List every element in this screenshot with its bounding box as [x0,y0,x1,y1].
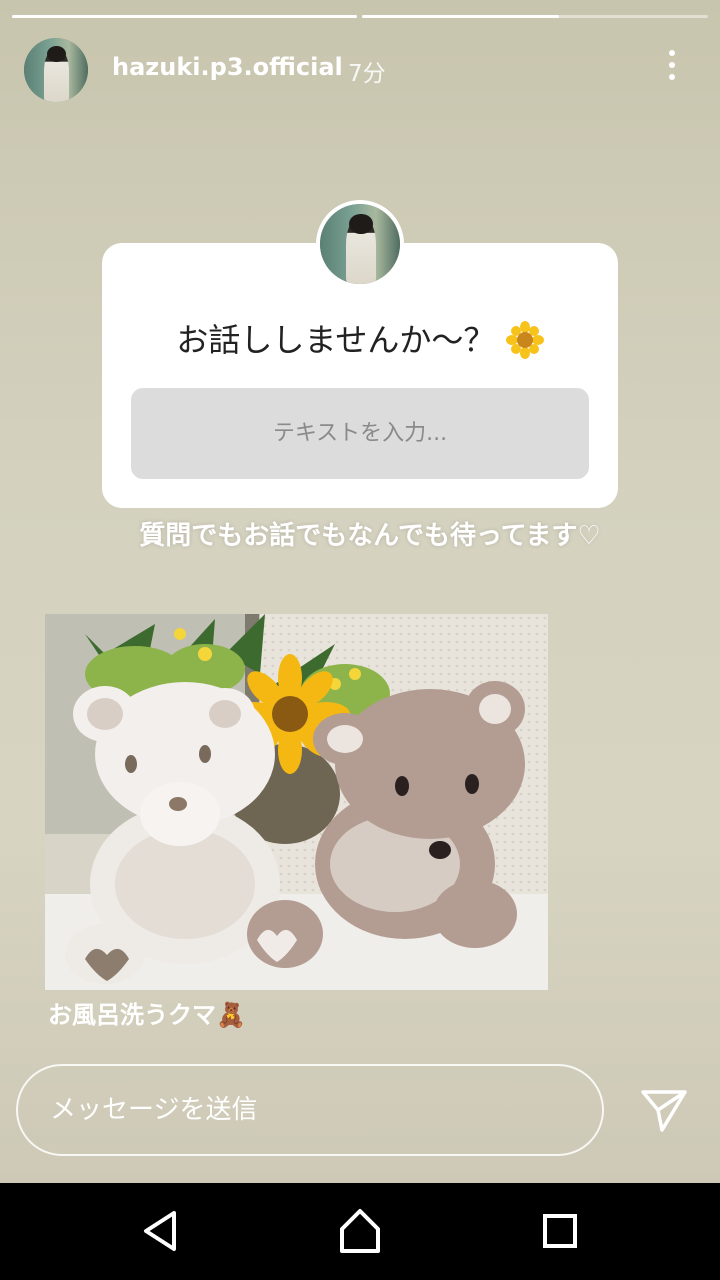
story-progress-bar-1 [12,15,357,18]
story-time: 7分 [348,61,386,87]
avatar[interactable] [24,38,88,102]
more-options-icon[interactable] [660,50,684,86]
system-navigation-bar [0,1183,720,1280]
send-message-input[interactable]: メッセージを送信 [16,1064,604,1156]
story-view[interactable]: hazuki.p3.official 7分 お話ししませんか〜？ テキストを入力… [0,0,720,1183]
question-prompt: お話ししませんか〜？ [102,315,618,361]
send-icon[interactable] [640,1088,688,1134]
recents-icon[interactable] [530,1195,590,1267]
home-icon[interactable] [330,1195,390,1267]
sticker-avatar-ring [316,200,404,288]
back-icon[interactable] [130,1195,190,1267]
story-progress-bar-2 [362,15,708,18]
story-caption-bottom: お風呂洗うクマ🧸 [48,1001,246,1029]
question-prompt-text: お話ししませんか〜？ [176,321,496,359]
question-answer-input[interactable]: テキストを入力... [131,388,589,479]
story-caption-top: 質問でもお話でもなんでも待ってます♡ [139,521,601,551]
username[interactable]: hazuki.p3.official [112,53,343,81]
sticker-avatar [320,204,400,284]
story-progress-fill-1 [12,15,357,18]
sunflower-icon [505,321,544,359]
teddy-bears-photo [45,614,548,990]
story-progress-fill-2 [362,15,560,18]
